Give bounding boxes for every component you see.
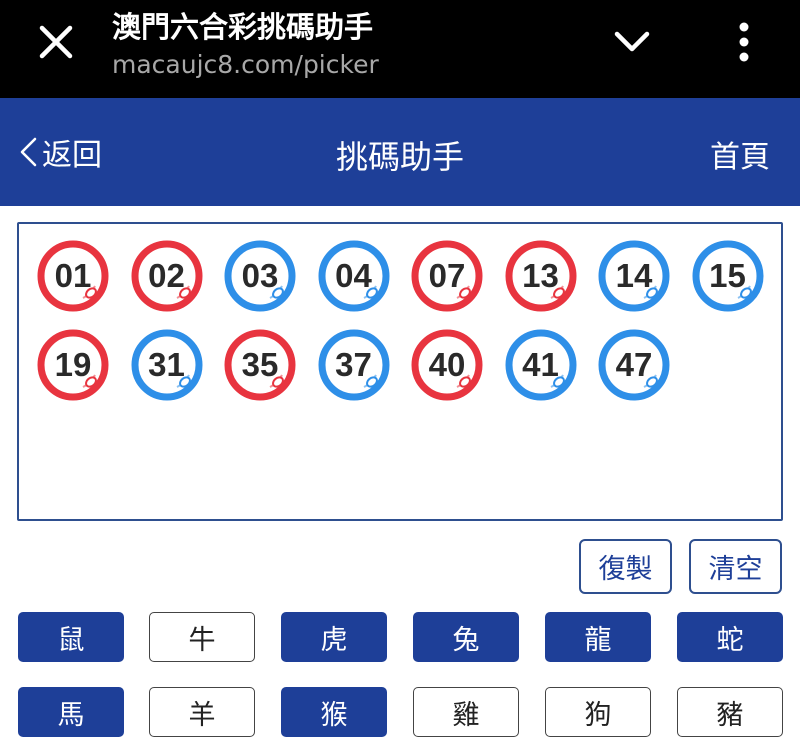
ball-number: 37 (335, 346, 372, 383)
zodiac-button[interactable]: 羊 (149, 687, 255, 737)
ball-number: 47 (615, 346, 653, 383)
zodiac-button[interactable]: 兔 (413, 612, 519, 662)
number-ball[interactable]: 02 (131, 240, 203, 312)
number-ball[interactable]: 04 (318, 240, 390, 312)
number-ball[interactable]: 03 (224, 240, 296, 312)
close-icon (39, 25, 73, 59)
number-ball[interactable]: 41 (505, 329, 577, 401)
ball-number: 40 (428, 346, 466, 383)
number-ball[interactable]: 47 (598, 329, 670, 401)
ball-number: 31 (148, 346, 185, 383)
ball-number: 41 (522, 346, 559, 383)
ball-number: 14 (615, 257, 653, 294)
zodiac-button[interactable]: 豬 (677, 687, 783, 737)
number-ball[interactable]: 40 (411, 329, 483, 401)
number-ball[interactable]: 15 (692, 240, 764, 312)
ball-number: 13 (522, 257, 559, 294)
zodiac-button[interactable]: 牛 (149, 612, 255, 662)
more-options-button[interactable] (722, 16, 766, 68)
zodiac-button[interactable]: 猴 (281, 687, 387, 737)
ball-number: 01 (54, 257, 92, 294)
zodiac-button[interactable]: 狗 (545, 687, 651, 737)
copy-button[interactable]: 復製 (579, 539, 672, 594)
number-ball[interactable]: 14 (598, 240, 670, 312)
ball-number: 02 (148, 257, 185, 294)
ball-number: 04 (335, 257, 372, 294)
chevron-down-icon (614, 31, 650, 52)
number-ball[interactable]: 01 (37, 240, 109, 312)
number-ball[interactable]: 07 (411, 240, 483, 312)
number-ball[interactable]: 35 (224, 329, 296, 401)
ball-number: 19 (54, 346, 92, 383)
clear-button[interactable]: 清空 (689, 539, 782, 594)
number-ball[interactable]: 13 (505, 240, 577, 312)
ball-number: 03 (241, 257, 279, 294)
browser-url[interactable]: macaujc8.com/picker (112, 50, 379, 79)
ball-number: 15 (709, 257, 746, 294)
number-ball[interactable]: 37 (318, 329, 390, 401)
zodiac-button[interactable]: 蛇 (677, 612, 783, 662)
more-vert-icon (739, 22, 749, 62)
number-ball[interactable]: 31 (131, 329, 203, 401)
app-header: 返回 挑碼助手 首頁 (0, 98, 800, 206)
zodiac-button[interactable]: 雞 (413, 687, 519, 737)
selected-numbers-panel: 01 02 03 04 07 13 14 15 19 31 35 37 40 41 47 (17, 222, 783, 521)
close-button[interactable] (26, 20, 86, 64)
ball-number: 07 (428, 257, 466, 294)
browser-toolbar: 澳門六合彩挑碼助手 macaujc8.com/picker (0, 0, 800, 98)
number-ball[interactable]: 19 (37, 329, 109, 401)
zodiac-button[interactable]: 鼠 (18, 612, 124, 662)
zodiac-button[interactable]: 馬 (18, 687, 124, 737)
zodiac-button[interactable]: 虎 (281, 612, 387, 662)
page-title: 挑碼助手 (335, 138, 464, 176)
collapse-button[interactable] (604, 22, 660, 62)
ball-number: 35 (241, 346, 279, 383)
home-link[interactable]: 首頁 (710, 132, 770, 176)
browser-page-title: 澳門六合彩挑碼助手 (112, 10, 374, 44)
zodiac-button[interactable]: 龍 (545, 612, 651, 662)
